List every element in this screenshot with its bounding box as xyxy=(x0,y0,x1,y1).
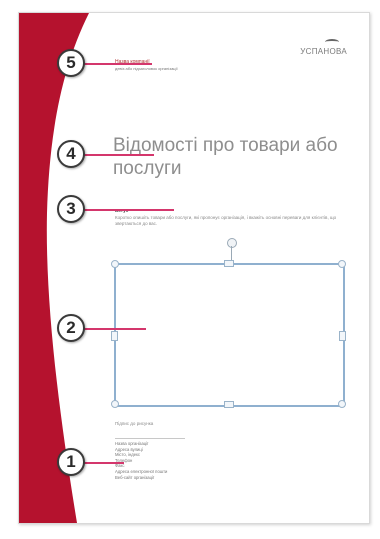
callout-4: 4 xyxy=(57,140,85,168)
resize-handle-bottom[interactable] xyxy=(224,401,234,408)
callout-3-leader xyxy=(84,209,174,211)
resize-handle-right[interactable] xyxy=(339,331,346,341)
callout-5-leader xyxy=(84,63,152,65)
contact-block[interactable]: Назва організації Адреса вулиці Місто, і… xyxy=(115,441,205,480)
contact-divider xyxy=(115,438,185,439)
resize-handle-left[interactable] xyxy=(111,331,118,341)
callout-1: 1 xyxy=(57,448,85,476)
resize-handle-bottom-right[interactable] xyxy=(338,400,346,408)
callout-4-leader xyxy=(84,154,154,156)
brand-logo-icon xyxy=(325,39,339,45)
resize-handle-top-left[interactable] xyxy=(111,260,119,268)
image-placeholder[interactable] xyxy=(114,263,345,407)
intro-text[interactable]: Коротко опишіть товари або послуги, які … xyxy=(115,215,357,227)
contact-line: Веб-сайт організації xyxy=(115,474,155,480)
callout-5: 5 xyxy=(57,49,85,77)
callout-2-leader xyxy=(84,328,146,330)
callout-1-leader xyxy=(84,462,124,464)
brand-name: УСПАНОВА xyxy=(300,47,347,56)
image-caption[interactable]: Підпис до рисунка xyxy=(115,421,153,426)
callout-2: 2 xyxy=(57,314,85,342)
page-title[interactable]: Відомості про товари або послуги xyxy=(113,134,343,180)
resize-handle-top[interactable] xyxy=(224,260,234,267)
resize-handle-bottom-left[interactable] xyxy=(111,400,119,408)
company-slogan[interactable]: девіз або підзаголовок організації xyxy=(115,66,178,71)
callout-3: 3 xyxy=(57,195,85,223)
resize-handle-top-right[interactable] xyxy=(338,260,346,268)
rotate-handle[interactable] xyxy=(227,238,237,248)
